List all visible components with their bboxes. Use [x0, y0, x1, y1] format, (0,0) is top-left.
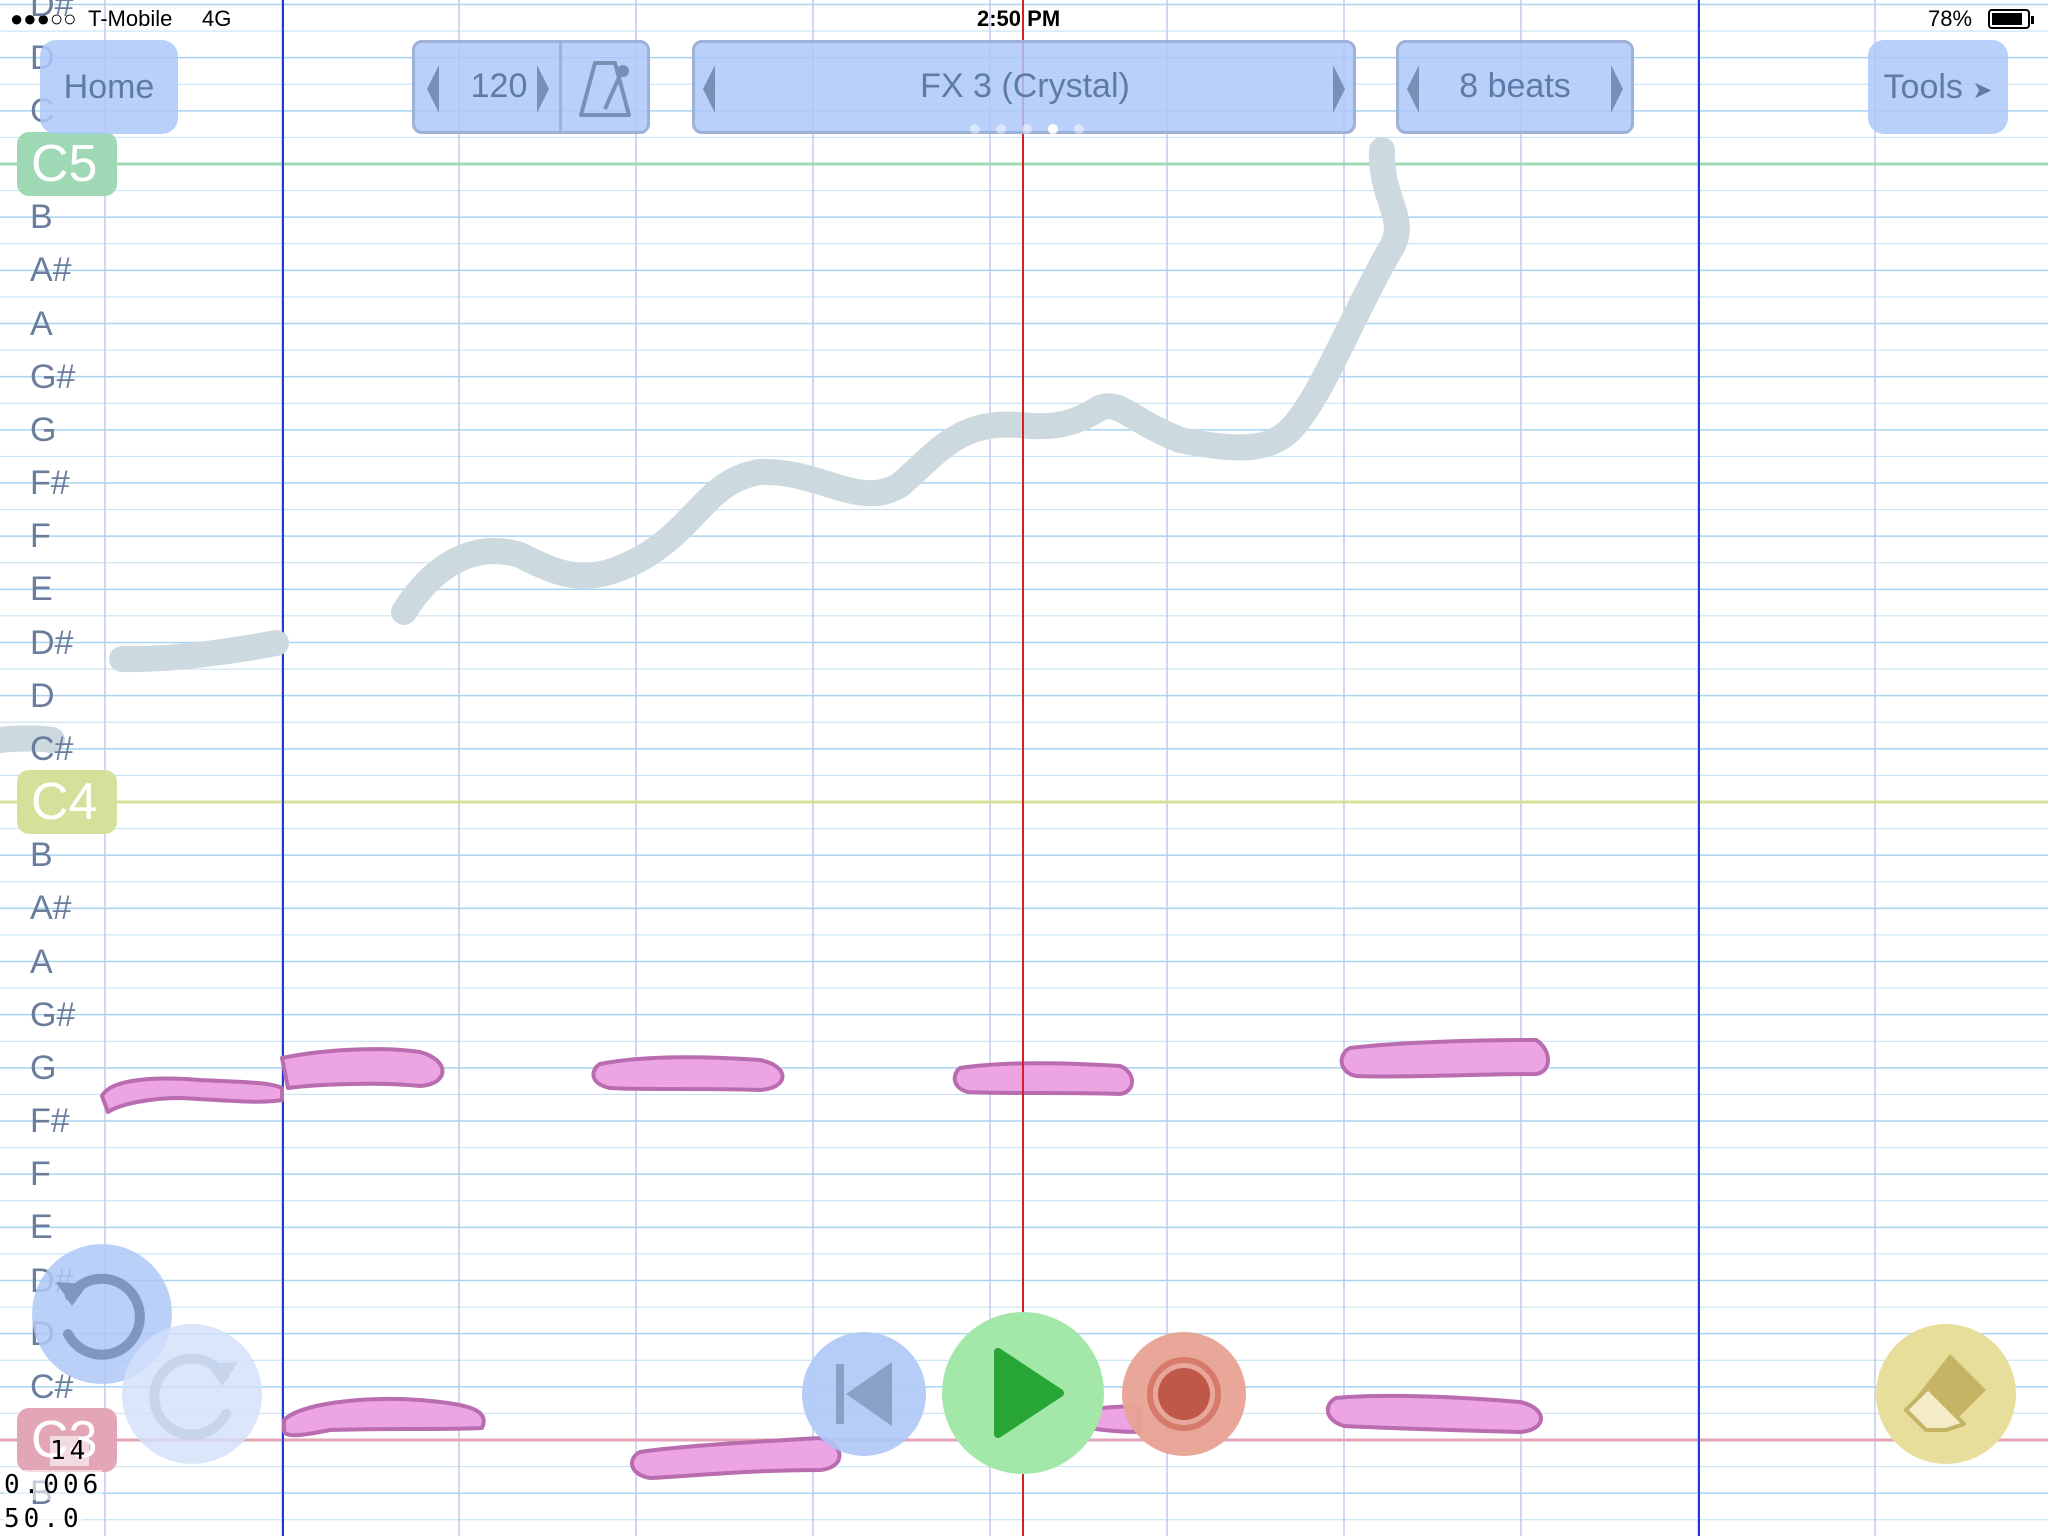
skip-back-icon: [836, 1362, 892, 1426]
instrument-next-icon[interactable]: [1333, 65, 1345, 113]
debug-line-3: 50.0: [4, 1504, 83, 1534]
instrument-page-dots: [695, 121, 1359, 139]
record-icon: [1147, 1357, 1221, 1431]
c5-badge: C5: [17, 132, 117, 196]
note-label: G#: [30, 995, 76, 1034]
tempo-increase-icon[interactable]: [537, 65, 549, 113]
carrier-name: T-Mobile: [88, 6, 173, 31]
instrument-name: FX 3 (Crystal): [920, 67, 1130, 105]
note-label: D: [30, 676, 55, 715]
note-stroke: [1325, 1393, 1543, 1434]
grey-pitch-curve: [0, 137, 1410, 753]
tempo-control: 120: [412, 40, 650, 134]
note-label: A: [30, 942, 53, 981]
c4-badge: C4: [17, 770, 117, 834]
page-dot: [1074, 124, 1084, 134]
note-label: G#: [30, 357, 76, 396]
note-label: F#: [30, 1102, 70, 1140]
note-stroke: [952, 1061, 1134, 1096]
battery-percent: 78%: [1928, 6, 1973, 31]
metronome-icon[interactable]: [577, 59, 633, 119]
home-button[interactable]: Home: [40, 40, 178, 134]
note-label: A#: [30, 889, 72, 928]
length-value: 8 beats: [1459, 67, 1571, 105]
note-stroke: [100, 1076, 284, 1114]
page-dot: [1048, 124, 1058, 134]
debug-line-1: 14: [50, 1436, 90, 1466]
note-label: G: [30, 410, 57, 449]
note-stroke: [282, 1396, 486, 1438]
note-label: B: [30, 836, 53, 875]
page-dot: [970, 124, 980, 134]
play-icon: [994, 1348, 1064, 1438]
note-label: G: [30, 1048, 57, 1087]
note-label: D#: [30, 0, 74, 24]
length-increase-icon[interactable]: [1611, 65, 1623, 113]
network-type: 4G: [202, 6, 232, 31]
note-label: E: [30, 1208, 53, 1247]
play-button[interactable]: [942, 1312, 1104, 1474]
piano-roll-canvas[interactable]: [0, 0, 2048, 1536]
tools-button[interactable]: Tools ➤: [1868, 40, 2008, 134]
note-stroke: [591, 1055, 785, 1092]
note-label: D#: [30, 623, 74, 662]
note-label: A: [30, 304, 53, 343]
eraser-button[interactable]: [1876, 1324, 2016, 1464]
tempo-decrease-icon[interactable]: [427, 65, 439, 113]
note-label: F: [30, 1155, 51, 1194]
divider: [559, 43, 562, 131]
length-decrease-icon[interactable]: [1407, 65, 1419, 113]
battery-icon: [1988, 9, 2034, 29]
note-label: A#: [30, 251, 72, 290]
length-selector[interactable]: 8 beats: [1396, 40, 1634, 134]
instrument-selector[interactable]: FX 3 (Crystal): [692, 40, 1356, 134]
chevron-right-icon: ➤: [1972, 77, 1993, 104]
note-label: E: [30, 570, 53, 609]
note-label: B: [30, 198, 53, 237]
tempo-value: 120: [470, 67, 528, 105]
page-dot: [996, 124, 1006, 134]
instrument-prev-icon[interactable]: [703, 65, 715, 113]
note-label: C#: [30, 729, 74, 768]
rewind-button[interactable]: [802, 1332, 926, 1456]
status-time: 2:50 PM: [977, 6, 1061, 31]
redo-button[interactable]: [122, 1324, 262, 1464]
note-stroke: [1339, 1038, 1550, 1079]
redo-icon: [149, 1353, 238, 1440]
tools-label: Tools: [1883, 68, 1963, 106]
eraser-icon: [1904, 1354, 1986, 1432]
beat-grid-lines: [104, 0, 1876, 1536]
note-stroke: [280, 1047, 445, 1090]
note-label: F#: [30, 464, 70, 502]
note-label: F: [30, 517, 51, 556]
record-button[interactable]: [1122, 1332, 1246, 1456]
page-dot: [1022, 124, 1032, 134]
debug-line-2: 0.006: [4, 1470, 103, 1500]
